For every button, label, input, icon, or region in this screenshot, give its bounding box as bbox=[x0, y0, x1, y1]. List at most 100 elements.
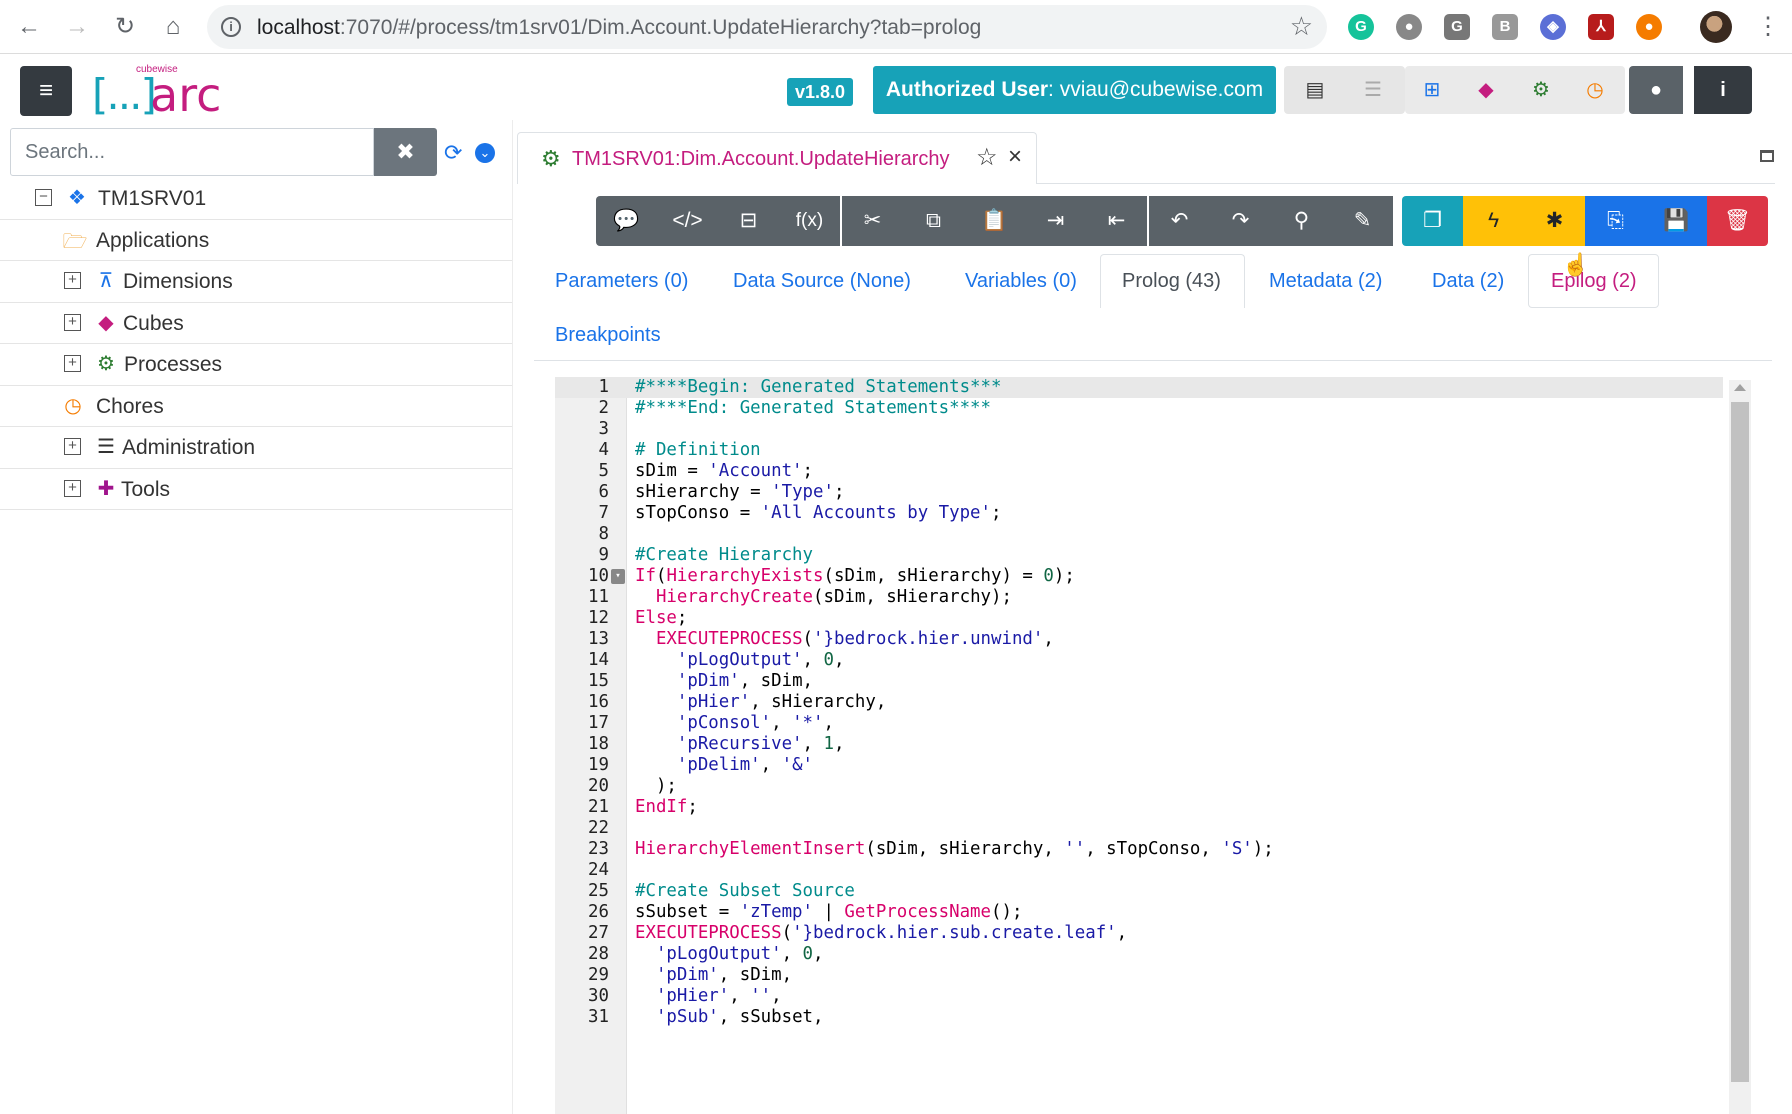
expand-toggle-icon[interactable]: + bbox=[64, 272, 81, 289]
fold-toggle-icon[interactable]: ▾ bbox=[611, 569, 625, 584]
code-line[interactable]: 23 HierarchyElementInsert(sDim, sHierarch… bbox=[555, 839, 1723, 860]
code-line[interactable]: 12 Else; bbox=[555, 608, 1723, 629]
code-line[interactable]: 28 'pLogOutput', 0, bbox=[555, 944, 1723, 965]
code-line[interactable]: 31 'pSub', sSubset, bbox=[555, 1007, 1723, 1028]
functions-button[interactable]: f(x) bbox=[779, 196, 840, 246]
code-editor[interactable]: 1 #****Begin: Generated Statements*** 2 #**… bbox=[555, 377, 1751, 1114]
code-line[interactable]: 6 sHierarchy = 'Type'; bbox=[555, 482, 1723, 503]
execute-bolt-icon[interactable]: ϟ bbox=[1463, 196, 1524, 246]
gears-icon[interactable]: ⚙ bbox=[1514, 66, 1568, 114]
debug-bug-icon[interactable]: ✱ bbox=[1524, 196, 1585, 246]
edit-pencil-icon[interactable]: ✎ bbox=[1332, 196, 1393, 246]
code-line[interactable]: 16 'pHier', sHierarchy, bbox=[555, 692, 1723, 713]
scrollbar-thumb[interactable] bbox=[1731, 402, 1749, 1082]
grammarly-extension-icon[interactable]: G bbox=[1348, 14, 1374, 40]
tree-item-administration[interactable]: + ☰ Administration bbox=[0, 427, 512, 469]
code-line[interactable]: 8 bbox=[555, 524, 1723, 545]
code-line[interactable]: 22 bbox=[555, 818, 1723, 839]
chevron-down-circle-icon[interactable]: ⌄ bbox=[475, 143, 495, 163]
refresh-icon[interactable]: ⟳ bbox=[444, 140, 462, 166]
cube-icon[interactable]: ◆ bbox=[1459, 66, 1513, 114]
export-code-icon[interactable]: ⎘ bbox=[1585, 196, 1646, 246]
bookmark-star-icon[interactable]: ☆ bbox=[1290, 11, 1313, 42]
site-info-icon[interactable]: i bbox=[221, 17, 241, 37]
outdent-icon[interactable]: ⇤ bbox=[1086, 196, 1147, 246]
tree-item-chores[interactable]: ◷ Chores bbox=[0, 386, 512, 427]
code-line[interactable]: 15 'pDim', sDim, bbox=[555, 671, 1723, 692]
code-line[interactable]: 11 HierarchyCreate(sDim, sHierarchy); bbox=[555, 587, 1723, 608]
paste-icon[interactable]: 📋 bbox=[964, 196, 1025, 246]
redo-icon[interactable]: ↷ bbox=[1210, 196, 1271, 246]
tree-item-tools[interactable]: + ✚ Tools bbox=[0, 469, 512, 510]
profile-avatar[interactable] bbox=[1700, 11, 1732, 43]
duplicate-icon[interactable]: ❐ bbox=[1402, 196, 1463, 246]
code-line[interactable]: 20 ); bbox=[555, 776, 1723, 797]
code-line[interactable]: 25 #Create Subset Source bbox=[555, 881, 1723, 902]
code-line[interactable]: 18 'pRecursive', 1, bbox=[555, 734, 1723, 755]
address-bar[interactable]: i localhost:7070/#/process/tm1srv01/Dim.… bbox=[207, 5, 1327, 49]
tab-prolog[interactable]: Prolog (43) bbox=[1122, 270, 1221, 293]
clock-icon[interactable]: ◷ bbox=[1568, 66, 1622, 114]
extension-circle-icon[interactable]: ● bbox=[1396, 14, 1422, 40]
tab-data[interactable]: Data (2) bbox=[1432, 270, 1504, 293]
tree-item-dimensions[interactable]: + ⊼ Dimensions bbox=[0, 261, 512, 303]
collapse-toggle-icon[interactable]: − bbox=[35, 189, 52, 206]
process-editor-tab[interactable]: ⚙ TM1SRV01:Dim.Account.UpdateHierarchy ☆… bbox=[517, 132, 1037, 184]
search-input[interactable]: Search... bbox=[10, 128, 374, 176]
list-icon[interactable]: ☰ bbox=[1346, 66, 1400, 114]
info-icon[interactable]: i bbox=[1694, 66, 1752, 114]
extension-b-icon[interactable]: B bbox=[1492, 14, 1518, 40]
search-clear-button[interactable]: ✖ bbox=[374, 128, 437, 176]
browser-menu-icon[interactable]: ⋮ bbox=[1756, 12, 1780, 41]
tree-item-applications[interactable]: 🗁 Applications bbox=[0, 220, 512, 261]
home-icon[interactable]: ⌂ bbox=[156, 10, 190, 44]
code-line[interactable]: 14 'pLogOutput', 0, bbox=[555, 650, 1723, 671]
url-text[interactable]: localhost:7070/#/process/tm1srv01/Dim.Ac… bbox=[257, 16, 981, 40]
forward-arrow-icon[interactable]: → bbox=[60, 10, 94, 44]
expand-toggle-icon[interactable]: + bbox=[64, 479, 81, 497]
dimensions-hierarchy-icon[interactable]: ⊞ bbox=[1405, 66, 1459, 114]
tab-data-source[interactable]: Data Source (None) bbox=[733, 270, 911, 293]
editor-scrollbar[interactable] bbox=[1729, 380, 1751, 1114]
cut-icon[interactable]: ✂ bbox=[842, 196, 903, 246]
collapse-all-icon[interactable]: ⊟ bbox=[718, 196, 779, 246]
code-line[interactable]: 17 'pConsol', '*', bbox=[555, 713, 1723, 734]
code-line[interactable]: 21 EndIf; bbox=[555, 797, 1723, 818]
reload-icon[interactable]: ↻ bbox=[108, 10, 142, 44]
tab-breakpoints[interactable]: Breakpoints bbox=[555, 324, 661, 347]
code-line[interactable]: 3 bbox=[555, 419, 1723, 440]
code-line[interactable]: 4 # Definition bbox=[555, 440, 1723, 461]
tree-item-processes[interactable]: + ⚙ Processes bbox=[0, 344, 512, 386]
tree-item-cubes[interactable]: + ◆ Cubes bbox=[0, 303, 512, 344]
close-icon[interactable]: × bbox=[1008, 143, 1022, 171]
code-line[interactable]: 26 sSubset = 'zTemp' | GetProcessName(); bbox=[555, 902, 1723, 923]
comment-icon[interactable]: 💬 bbox=[596, 196, 657, 246]
code-line[interactable]: 13 EXECUTEPROCESS('}bedrock.hier.unwind'… bbox=[555, 629, 1723, 650]
tab-parameters[interactable]: Parameters (0) bbox=[555, 270, 688, 293]
extension-orange-icon[interactable]: ● bbox=[1636, 14, 1662, 40]
undo-icon[interactable]: ↶ bbox=[1149, 196, 1210, 246]
code-line[interactable]: 24 bbox=[555, 860, 1723, 881]
save-icon[interactable]: 💾 bbox=[1646, 196, 1707, 246]
code-icon[interactable]: </> bbox=[657, 196, 718, 246]
indent-icon[interactable]: ⇥ bbox=[1025, 196, 1086, 246]
code-line[interactable]: 2 #****End: Generated Statements**** bbox=[555, 398, 1723, 419]
maximize-icon[interactable] bbox=[1760, 150, 1774, 162]
extension-g-icon[interactable]: G bbox=[1444, 14, 1470, 40]
copy-icon[interactable]: ⧉ bbox=[903, 196, 964, 246]
code-line[interactable]: 5 sDim = 'Account'; bbox=[555, 461, 1723, 482]
search-icon[interactable]: ⚲ bbox=[1271, 196, 1332, 246]
extension-pdf-icon[interactable]: ⅄ bbox=[1588, 14, 1614, 40]
hamburger-menu-button[interactable]: ≡ bbox=[20, 66, 72, 116]
tab-variables[interactable]: Variables (0) bbox=[965, 270, 1077, 293]
code-line[interactable]: 27 EXECUTEPROCESS('}bedrock.hier.sub.crea… bbox=[555, 923, 1723, 944]
scroll-up-arrow-icon[interactable] bbox=[1734, 384, 1746, 391]
code-line[interactable]: 19 'pDelim', '&' bbox=[555, 755, 1723, 776]
code-line[interactable]: 7 sTopConso = 'All Accounts by Type'; bbox=[555, 503, 1723, 524]
extension-compass-icon[interactable]: ◈ bbox=[1540, 14, 1566, 40]
tab-metadata[interactable]: Metadata (2) bbox=[1269, 270, 1382, 293]
id-card-icon[interactable]: ▤ bbox=[1288, 66, 1342, 114]
code-line[interactable]: 30 'pHier', '', bbox=[555, 986, 1723, 1007]
favorite-star-icon[interactable]: ☆ bbox=[976, 143, 998, 172]
tree-item-server[interactable]: − ❖ TM1SRV01 bbox=[0, 178, 512, 220]
